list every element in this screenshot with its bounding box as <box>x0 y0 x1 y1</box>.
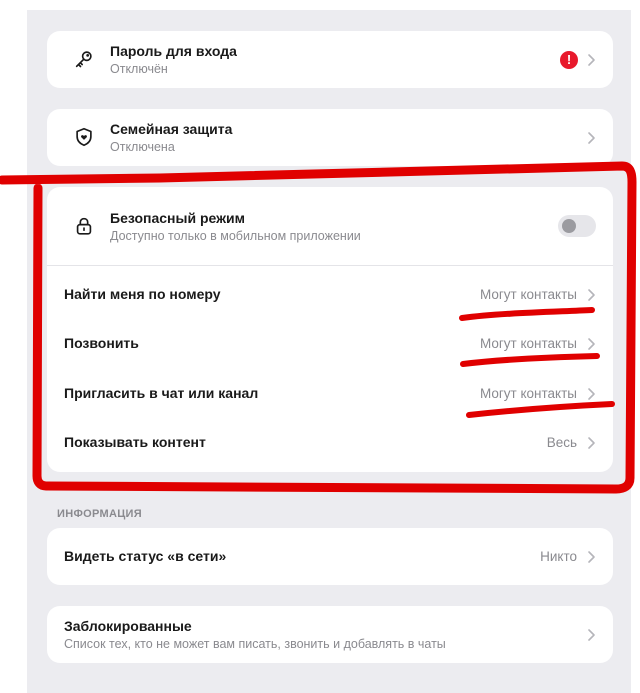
safe-mode-row[interactable]: Безопасный режим Доступно только в мобил… <box>47 187 613 265</box>
alert-icon: ! <box>560 51 578 69</box>
blocked-card[interactable]: Заблокированные Список тех, кто не может… <box>47 606 613 663</box>
chevron-right-icon <box>586 288 596 302</box>
safe-mode-subtitle: Доступно только в мобильном приложении <box>110 229 361 243</box>
privacy-row-label: Позвонить <box>64 335 139 351</box>
divider <box>47 265 613 266</box>
password-title: Пароль для входа <box>110 43 237 59</box>
section-label-information: ИНФОРМАЦИЯ <box>57 508 142 520</box>
shield-heart-icon <box>73 126 95 148</box>
lock-icon <box>73 215 95 237</box>
chevron-right-icon <box>586 628 596 642</box>
privacy-row-call[interactable]: Позвонить Могут контакты <box>47 321 613 367</box>
blocked-title: Заблокированные <box>64 618 192 634</box>
chevron-right-icon <box>586 387 596 401</box>
chevron-right-icon <box>586 53 596 67</box>
safe-mode-title: Безопасный режим <box>110 210 245 226</box>
privacy-card: Безопасный режим Доступно только в мобил… <box>47 187 613 472</box>
password-status: Отключён <box>110 62 168 76</box>
privacy-row-value: Могут контакты <box>479 287 577 302</box>
privacy-row-find-by-number[interactable]: Найти меня по номеру Могут контакты <box>47 271 613 317</box>
privacy-row-label: Найти меня по номеру <box>64 286 221 302</box>
privacy-row-value: Могут контакты <box>479 336 577 351</box>
chevron-right-icon <box>586 131 596 145</box>
password-card[interactable]: Пароль для входа Отключён ! <box>47 31 613 88</box>
chevron-right-icon <box>586 337 596 351</box>
privacy-row-show-content[interactable]: Показывать контент Весь <box>47 421 613 467</box>
privacy-row-invite[interactable]: Пригласить в чат или канал Могут контакт… <box>47 371 613 417</box>
family-protection-card[interactable]: Семейная защита Отключена <box>47 109 613 166</box>
privacy-row-label: Показывать контент <box>64 434 206 450</box>
online-status-value: Никто <box>540 549 577 564</box>
safe-mode-toggle[interactable] <box>558 215 596 237</box>
privacy-row-value: Весь <box>546 435 577 450</box>
online-status-card[interactable]: Видеть статус «в сети» Никто <box>47 528 613 585</box>
online-status-label: Видеть статус «в сети» <box>64 548 227 564</box>
key-icon <box>73 48 95 70</box>
toggle-knob <box>562 219 576 233</box>
privacy-row-value: Могут контакты <box>479 386 577 401</box>
family-protection-title: Семейная защита <box>110 121 233 137</box>
chevron-right-icon <box>586 550 596 564</box>
family-protection-status: Отключена <box>110 140 175 154</box>
blocked-subtitle: Список тех, кто не может вам писать, зво… <box>64 637 446 651</box>
privacy-row-label: Пригласить в чат или канал <box>64 385 259 401</box>
chevron-right-icon <box>586 436 596 450</box>
